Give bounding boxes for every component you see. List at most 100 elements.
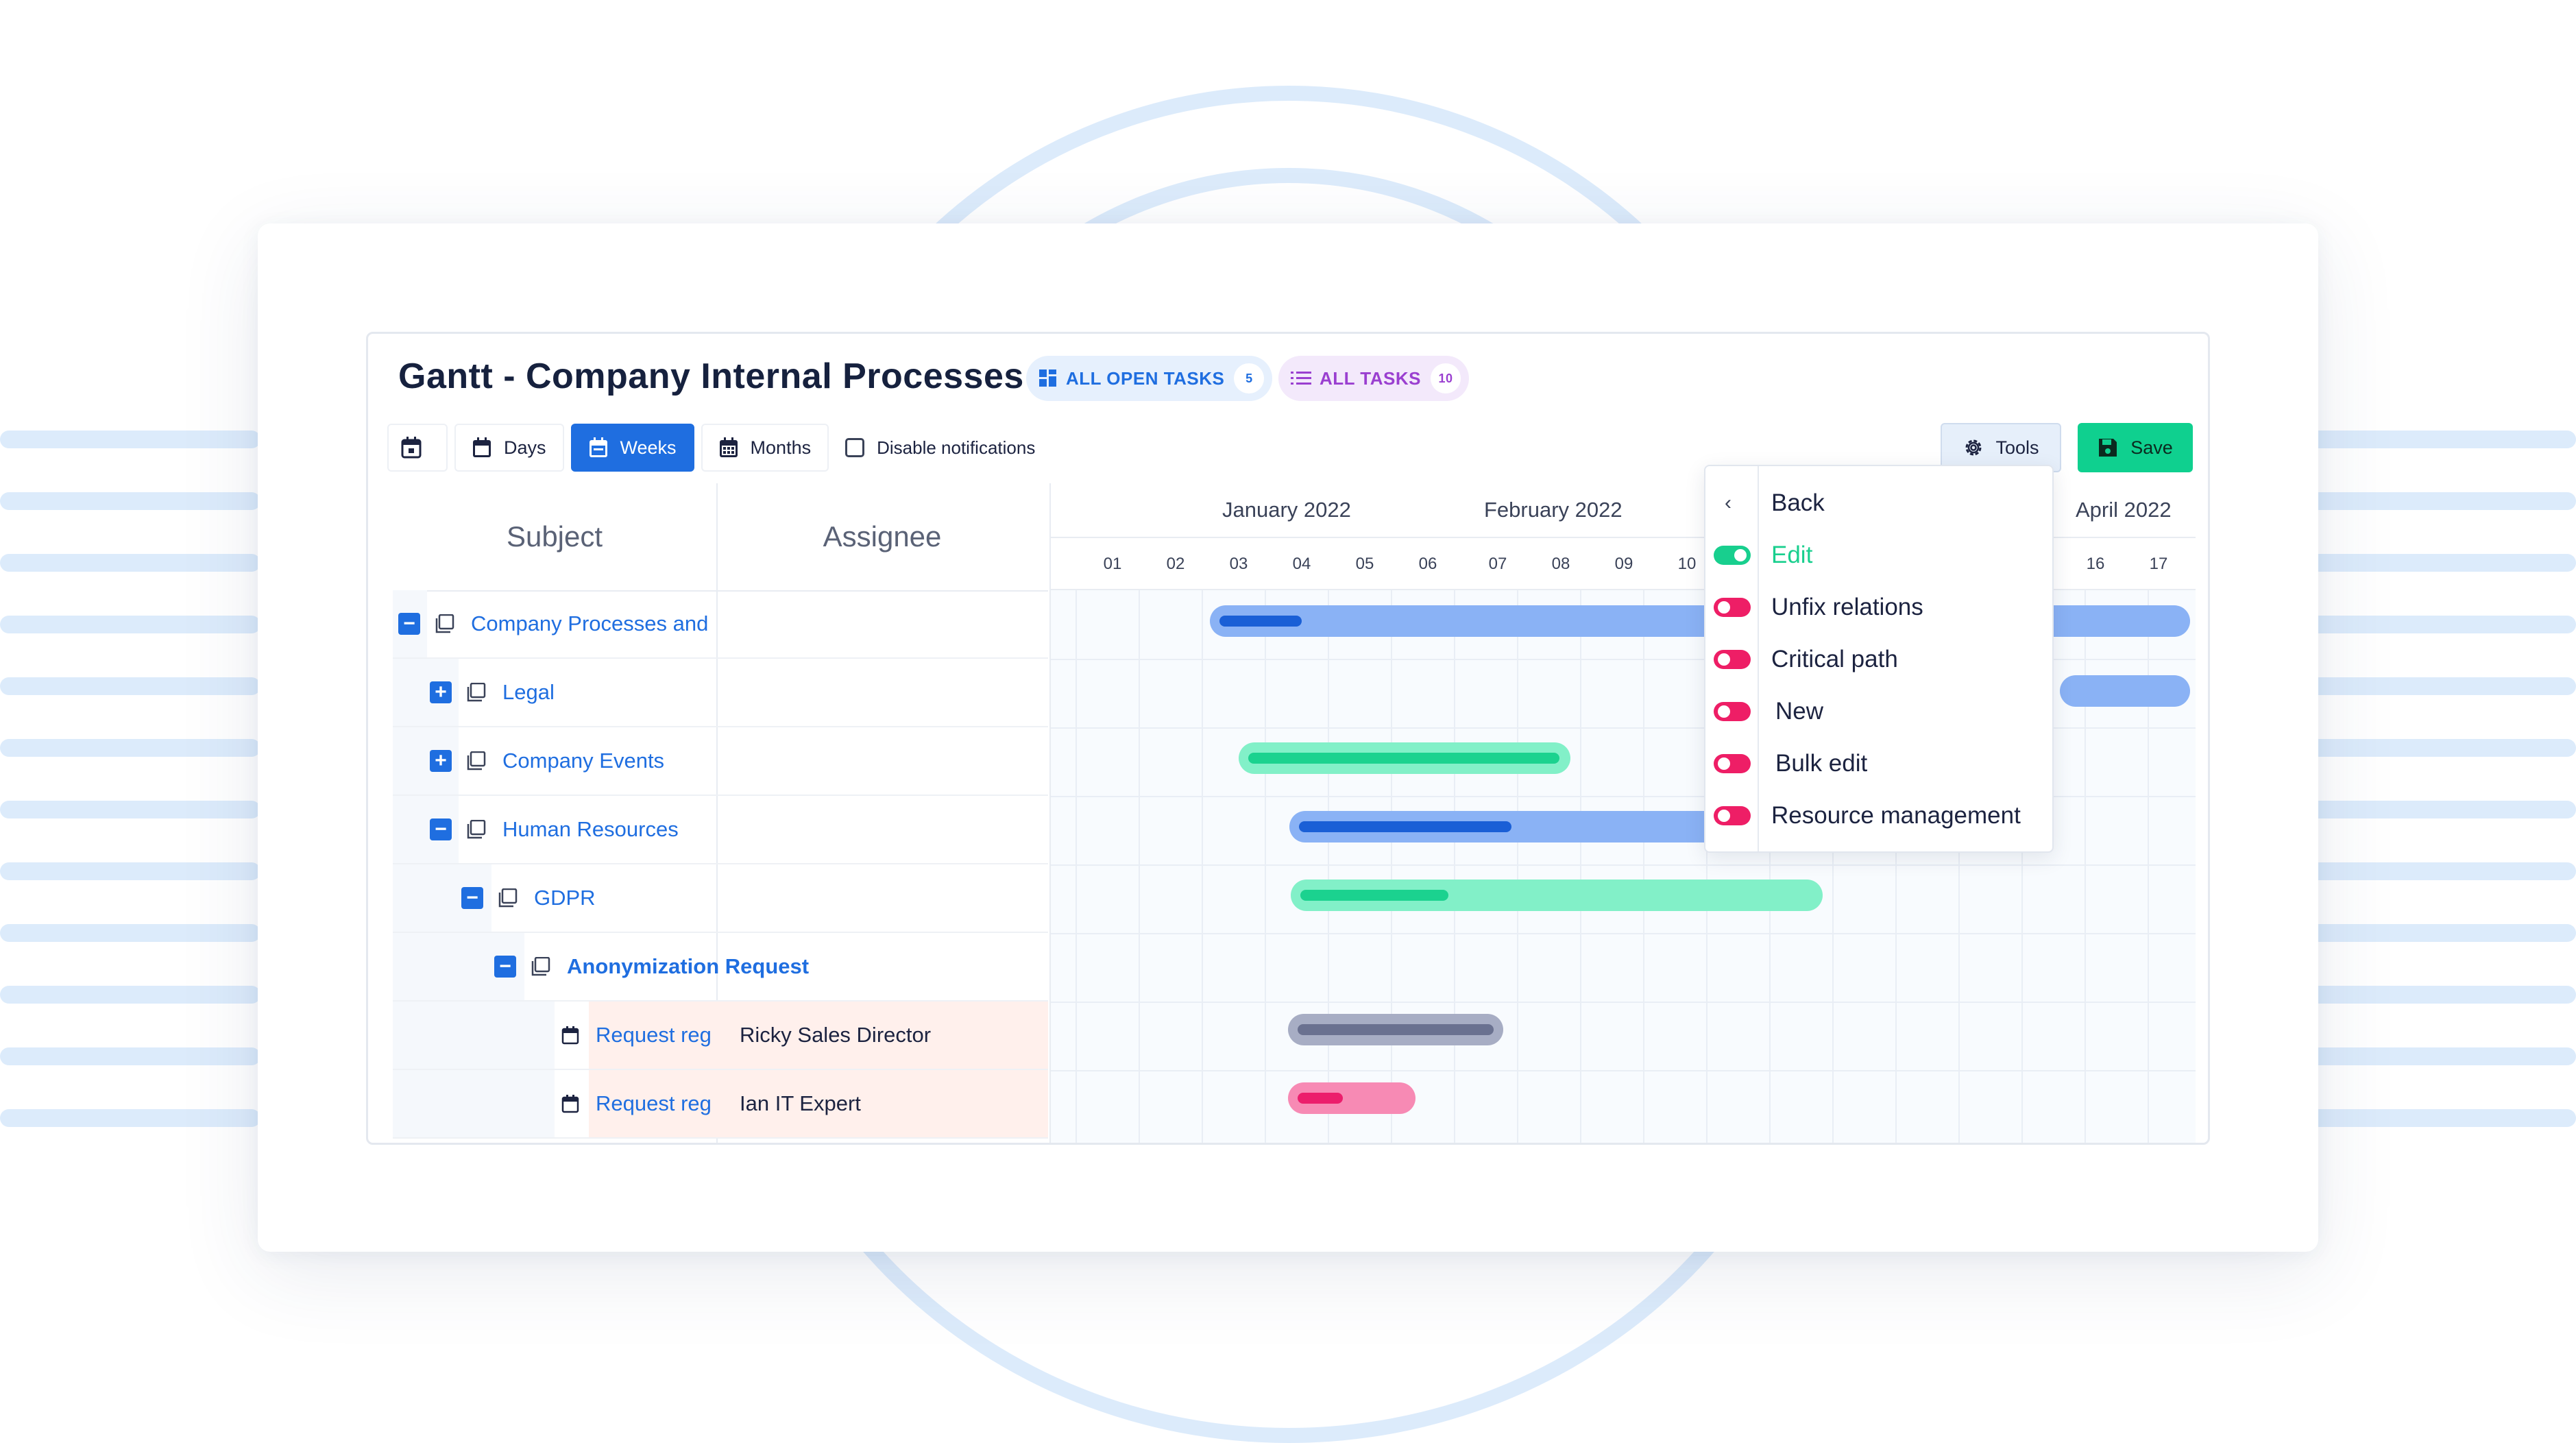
collapse-toggle[interactable]: − bbox=[430, 818, 452, 840]
decorative-stripe bbox=[2310, 616, 2576, 633]
floppy-disk-icon bbox=[2099, 439, 2117, 457]
gantt-bar[interactable] bbox=[1239, 742, 1570, 774]
tools-dropdown-menu: ‹ Back Edit Unfix relations Critical pat… bbox=[1704, 465, 2054, 853]
days-view-button[interactable]: Days bbox=[454, 424, 564, 472]
assignee-cell[interactable]: Ricky Sales Director bbox=[716, 1002, 1048, 1069]
gantt-bar[interactable] bbox=[1288, 1014, 1503, 1045]
table-row[interactable]: Request reg Ricky Sales Director bbox=[393, 1002, 1048, 1070]
weeks-view-button[interactable]: Weeks bbox=[570, 424, 694, 472]
table-row[interactable]: + Company Events bbox=[393, 727, 1048, 796]
chevron-left-icon: ‹ bbox=[1725, 492, 1731, 514]
expand-toggle[interactable]: + bbox=[430, 750, 452, 772]
expand-toggle[interactable]: + bbox=[430, 681, 452, 703]
disable-notifications-label: Disable notifications bbox=[877, 437, 1036, 458]
grid-line bbox=[1076, 590, 1077, 1143]
indent-rail bbox=[393, 1070, 555, 1137]
grid-line bbox=[2148, 590, 2149, 1143]
toggle-switch-off[interactable] bbox=[1714, 806, 1751, 825]
task-subject-cell[interactable]: − Anonymization Request bbox=[494, 933, 1043, 1000]
menu-item-unfix-relations[interactable]: Unfix relations bbox=[1705, 581, 2055, 633]
assignee-cell[interactable] bbox=[716, 864, 1048, 932]
progress-fill bbox=[1298, 1093, 1343, 1104]
table-row[interactable]: + Legal bbox=[393, 659, 1048, 727]
grid-line bbox=[1391, 590, 1392, 1143]
folder-icon bbox=[498, 888, 518, 908]
months-view-button[interactable]: Months bbox=[701, 424, 829, 472]
gantt-bar[interactable] bbox=[2060, 675, 2190, 707]
toggle-switch-on[interactable] bbox=[1714, 546, 1751, 565]
decorative-stripe bbox=[2310, 986, 2576, 1004]
today-button[interactable] bbox=[387, 424, 448, 472]
menu-item-label: Resource management bbox=[1771, 802, 2021, 829]
save-label: Save bbox=[2130, 437, 2173, 458]
menu-item-label: Edit bbox=[1771, 542, 1813, 568]
table-row[interactable]: − Human Resources bbox=[393, 796, 1048, 864]
task-subject-cell[interactable]: − GDPR bbox=[461, 864, 715, 932]
task-name[interactable]: Request reg bbox=[596, 1023, 712, 1047]
all-tasks-label: ALL TASKS bbox=[1320, 367, 1421, 389]
calendar-today-icon bbox=[401, 437, 422, 459]
assignee-cell[interactable] bbox=[716, 796, 1048, 863]
assignee-column-header[interactable]: Assignee bbox=[716, 483, 1048, 590]
task-subject-cell[interactable]: + Company Events bbox=[430, 727, 715, 795]
disable-notifications-checkbox[interactable]: Disable notifications bbox=[845, 437, 1035, 459]
subject-column-header[interactable]: Subject bbox=[393, 483, 718, 590]
toggle-switch-off[interactable] bbox=[1714, 598, 1751, 617]
save-button[interactable]: Save bbox=[2078, 423, 2193, 472]
task-name[interactable]: Human Resources bbox=[502, 817, 679, 842]
task-subject-cell[interactable]: − Human Resources bbox=[430, 796, 715, 863]
collapse-toggle[interactable]: − bbox=[494, 956, 516, 978]
collapse-toggle[interactable]: − bbox=[461, 887, 483, 909]
grid-line bbox=[1051, 1070, 2196, 1071]
assignee-cell[interactable] bbox=[716, 659, 1048, 726]
week-label: 16 bbox=[2086, 555, 2105, 573]
decorative-stripe bbox=[0, 801, 260, 818]
table-row[interactable]: − GDPR bbox=[393, 864, 1048, 933]
gantt-bar[interactable] bbox=[1291, 880, 1823, 911]
task-name[interactable]: Legal bbox=[502, 680, 555, 705]
decorative-stripe bbox=[2310, 677, 2576, 695]
task-subject-cell[interactable]: + Legal bbox=[430, 659, 715, 726]
grid-line bbox=[1202, 590, 1203, 1143]
grid-line bbox=[1454, 590, 1455, 1143]
all-tasks-filter[interactable]: ALL TASKS 10 bbox=[1278, 356, 1469, 401]
menu-item-critical-path[interactable]: Critical path bbox=[1705, 633, 2055, 686]
task-subject-cell[interactable]: Request reg bbox=[561, 1070, 715, 1137]
menu-item-edit[interactable]: Edit bbox=[1705, 529, 2055, 581]
task-name[interactable]: Anonymization Request bbox=[567, 954, 809, 979]
task-name[interactable]: GDPR bbox=[534, 886, 596, 910]
menu-item-back[interactable]: ‹ Back bbox=[1705, 477, 2055, 529]
progress-fill bbox=[1248, 753, 1559, 764]
decorative-stripe bbox=[0, 1047, 260, 1065]
assignee-cell[interactable]: Ian IT Expert bbox=[716, 1070, 1048, 1137]
decorative-stripe bbox=[0, 739, 260, 757]
menu-item-new[interactable]: New bbox=[1705, 686, 2055, 738]
grid-line bbox=[1517, 590, 1518, 1143]
gear-icon bbox=[1965, 439, 1982, 456]
assignee-cell[interactable] bbox=[716, 727, 1048, 795]
checkbox-box[interactable] bbox=[845, 438, 865, 457]
task-subject-cell[interactable]: Request reg bbox=[561, 1002, 715, 1069]
task-name[interactable]: Company Events bbox=[502, 749, 664, 773]
task-name[interactable]: Request reg bbox=[596, 1091, 712, 1116]
task-subject-cell[interactable]: − Company Processes and bbox=[398, 590, 715, 657]
menu-item-bulk-edit[interactable]: Bulk edit bbox=[1705, 738, 2055, 790]
table-row[interactable]: − Anonymization Request bbox=[393, 933, 1048, 1002]
menu-item-resource-management[interactable]: Resource management bbox=[1705, 790, 2055, 842]
calendar-month-icon bbox=[719, 437, 738, 457]
assignee-cell[interactable] bbox=[716, 590, 1048, 657]
gantt-bar[interactable] bbox=[1288, 1082, 1415, 1114]
decorative-stripe bbox=[0, 677, 260, 695]
all-open-tasks-filter[interactable]: ALL OPEN TASKS 5 bbox=[1026, 356, 1273, 401]
toggle-switch-off[interactable] bbox=[1714, 650, 1751, 669]
grid-line bbox=[1328, 590, 1329, 1143]
folder-icon bbox=[467, 751, 486, 771]
toggle-switch-off[interactable] bbox=[1714, 754, 1751, 773]
week-label: 09 bbox=[1614, 555, 1633, 573]
menu-item-label: New bbox=[1775, 698, 1824, 725]
task-name[interactable]: Company Processes and bbox=[471, 611, 708, 636]
table-row[interactable]: Request reg Ian IT Expert bbox=[393, 1070, 1048, 1139]
table-row[interactable]: − Company Processes and bbox=[393, 590, 1048, 659]
collapse-toggle[interactable]: − bbox=[398, 613, 420, 635]
toggle-switch-off[interactable] bbox=[1714, 702, 1751, 721]
